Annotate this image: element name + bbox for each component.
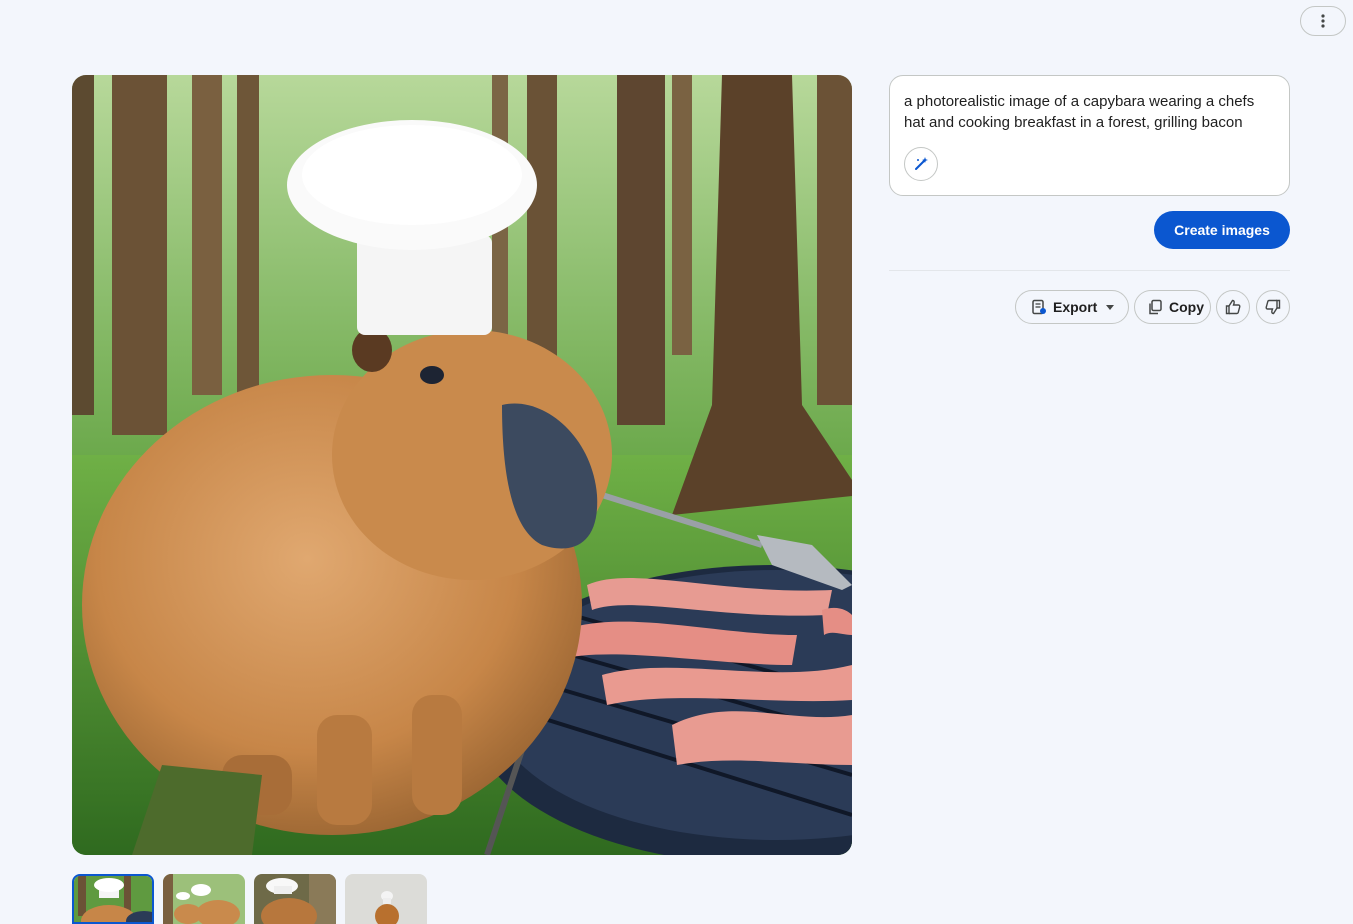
- thumbnail-4[interactable]: [345, 874, 427, 924]
- refine-prompt-button[interactable]: [904, 147, 938, 181]
- generated-image[interactable]: [72, 75, 852, 855]
- prompt-text[interactable]: a photorealistic image of a capybara wea…: [904, 91, 1276, 133]
- thumb-down-icon: [1265, 299, 1281, 315]
- thumbnail-1[interactable]: [72, 874, 154, 924]
- capybara-thumb-3-icon: [254, 874, 336, 924]
- divider: [889, 270, 1290, 271]
- capybara-thumb-4-icon: [345, 874, 427, 924]
- like-button[interactable]: [1216, 290, 1250, 324]
- thumbnail-strip: [72, 874, 427, 924]
- prompt-card[interactable]: a photorealistic image of a capybara wea…: [889, 75, 1290, 196]
- caret-down-icon: [1106, 304, 1115, 310]
- capybara-chef-illustration: [72, 75, 852, 855]
- dislike-button[interactable]: [1256, 290, 1290, 324]
- thumbnail-2[interactable]: [163, 874, 245, 924]
- create-images-button[interactable]: Create images: [1154, 211, 1290, 249]
- copy-label: Copy: [1169, 299, 1204, 315]
- capybara-thumb-2-icon: [163, 874, 245, 924]
- thumbnail-3[interactable]: [254, 874, 336, 924]
- capybara-thumb-1-icon: [74, 876, 152, 922]
- thumb-up-icon: [1225, 299, 1241, 315]
- export-label: Export: [1053, 299, 1098, 315]
- export-button[interactable]: Export: [1015, 290, 1129, 324]
- magic-wand-icon: [913, 156, 929, 172]
- more-options-button[interactable]: [1300, 6, 1346, 36]
- copy-button[interactable]: Copy: [1134, 290, 1211, 324]
- more-vert-icon: [1321, 14, 1325, 28]
- export-doc-icon: [1031, 299, 1047, 315]
- copy-icon: [1147, 299, 1163, 315]
